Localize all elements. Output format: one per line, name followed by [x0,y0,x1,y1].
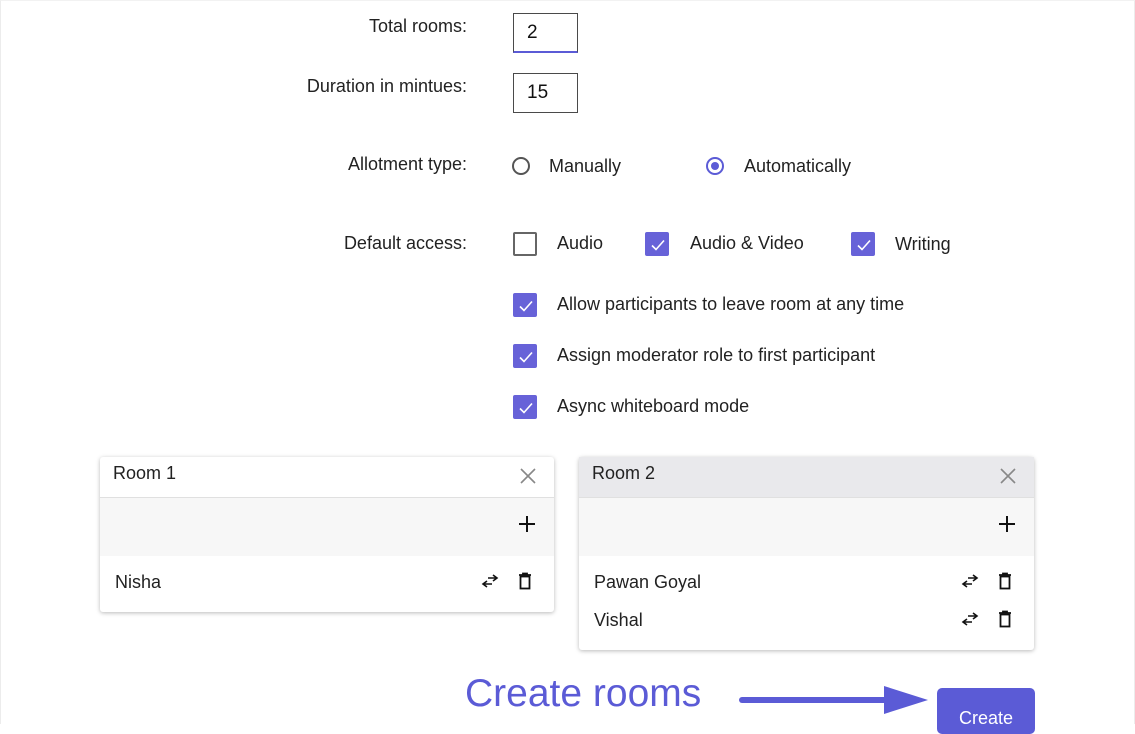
room-card-2: Room 2 Pawan Goyal Vishal [579,457,1034,650]
radio-manually[interactable] [512,157,530,175]
check-icon [857,239,871,251]
radio-manually-label[interactable]: Manually [549,156,621,177]
trash-icon[interactable] [995,609,1015,629]
room-title: Room 2 [592,463,656,483]
add-participant-zone [579,498,1034,556]
plus-icon[interactable] [517,514,537,534]
check-icon [519,351,533,363]
close-icon[interactable] [518,466,538,486]
radio-automatically[interactable] [706,157,724,175]
add-participant-zone [100,498,554,556]
swap-arrows-icon[interactable] [960,609,980,629]
duration-label: Duration in mintues: [306,76,467,96]
checkbox-audio[interactable] [513,232,537,256]
close-icon[interactable] [998,466,1018,486]
room-card-1: Room 1 Nisha [100,457,554,612]
participant-name: Nisha [115,572,162,592]
checkbox-audio-label[interactable]: Audio [557,233,603,254]
create-button[interactable]: Create [937,688,1035,734]
checkbox-allow-leave[interactable] [513,293,537,317]
total-rooms-input[interactable] [513,13,578,53]
radio-automatically-label[interactable]: Automatically [744,156,851,177]
checkbox-allow-leave-label[interactable]: Allow participants to leave room at any … [557,294,904,315]
checkbox-async-whiteboard[interactable] [513,395,537,419]
trash-icon[interactable] [515,571,535,591]
duration-input[interactable] [513,73,578,113]
room-title: Room 1 [113,463,177,483]
arrow-right-icon [739,686,928,714]
total-rooms-label: Total rooms: [368,16,467,36]
participant-name: Pawan Goyal [594,572,702,592]
plus-icon[interactable] [997,514,1017,534]
allotment-type-label: Allotment type: [347,154,467,174]
checkbox-assign-moderator-label[interactable]: Assign moderator role to first participa… [557,345,875,366]
check-icon [519,300,533,312]
checkbox-assign-moderator[interactable] [513,344,537,368]
create-rooms-annotation: Create rooms [465,672,702,715]
check-icon [519,402,533,414]
participant-name: Vishal [594,610,643,630]
trash-icon[interactable] [995,571,1015,591]
swap-arrows-icon[interactable] [960,571,980,591]
checkbox-async-whiteboard-label[interactable]: Async whiteboard mode [557,396,749,417]
checkbox-audio-video-label[interactable]: Audio & Video [690,233,804,254]
room-header: Room 2 [579,457,1034,498]
checkbox-writing-label[interactable]: Writing [895,234,951,255]
room-header: Room 1 [100,457,554,498]
checkbox-writing[interactable] [851,232,875,256]
checkbox-audio-video[interactable] [645,232,669,256]
default-access-label: Default access: [343,233,467,253]
check-icon [651,239,665,251]
swap-arrows-icon[interactable] [480,571,500,591]
